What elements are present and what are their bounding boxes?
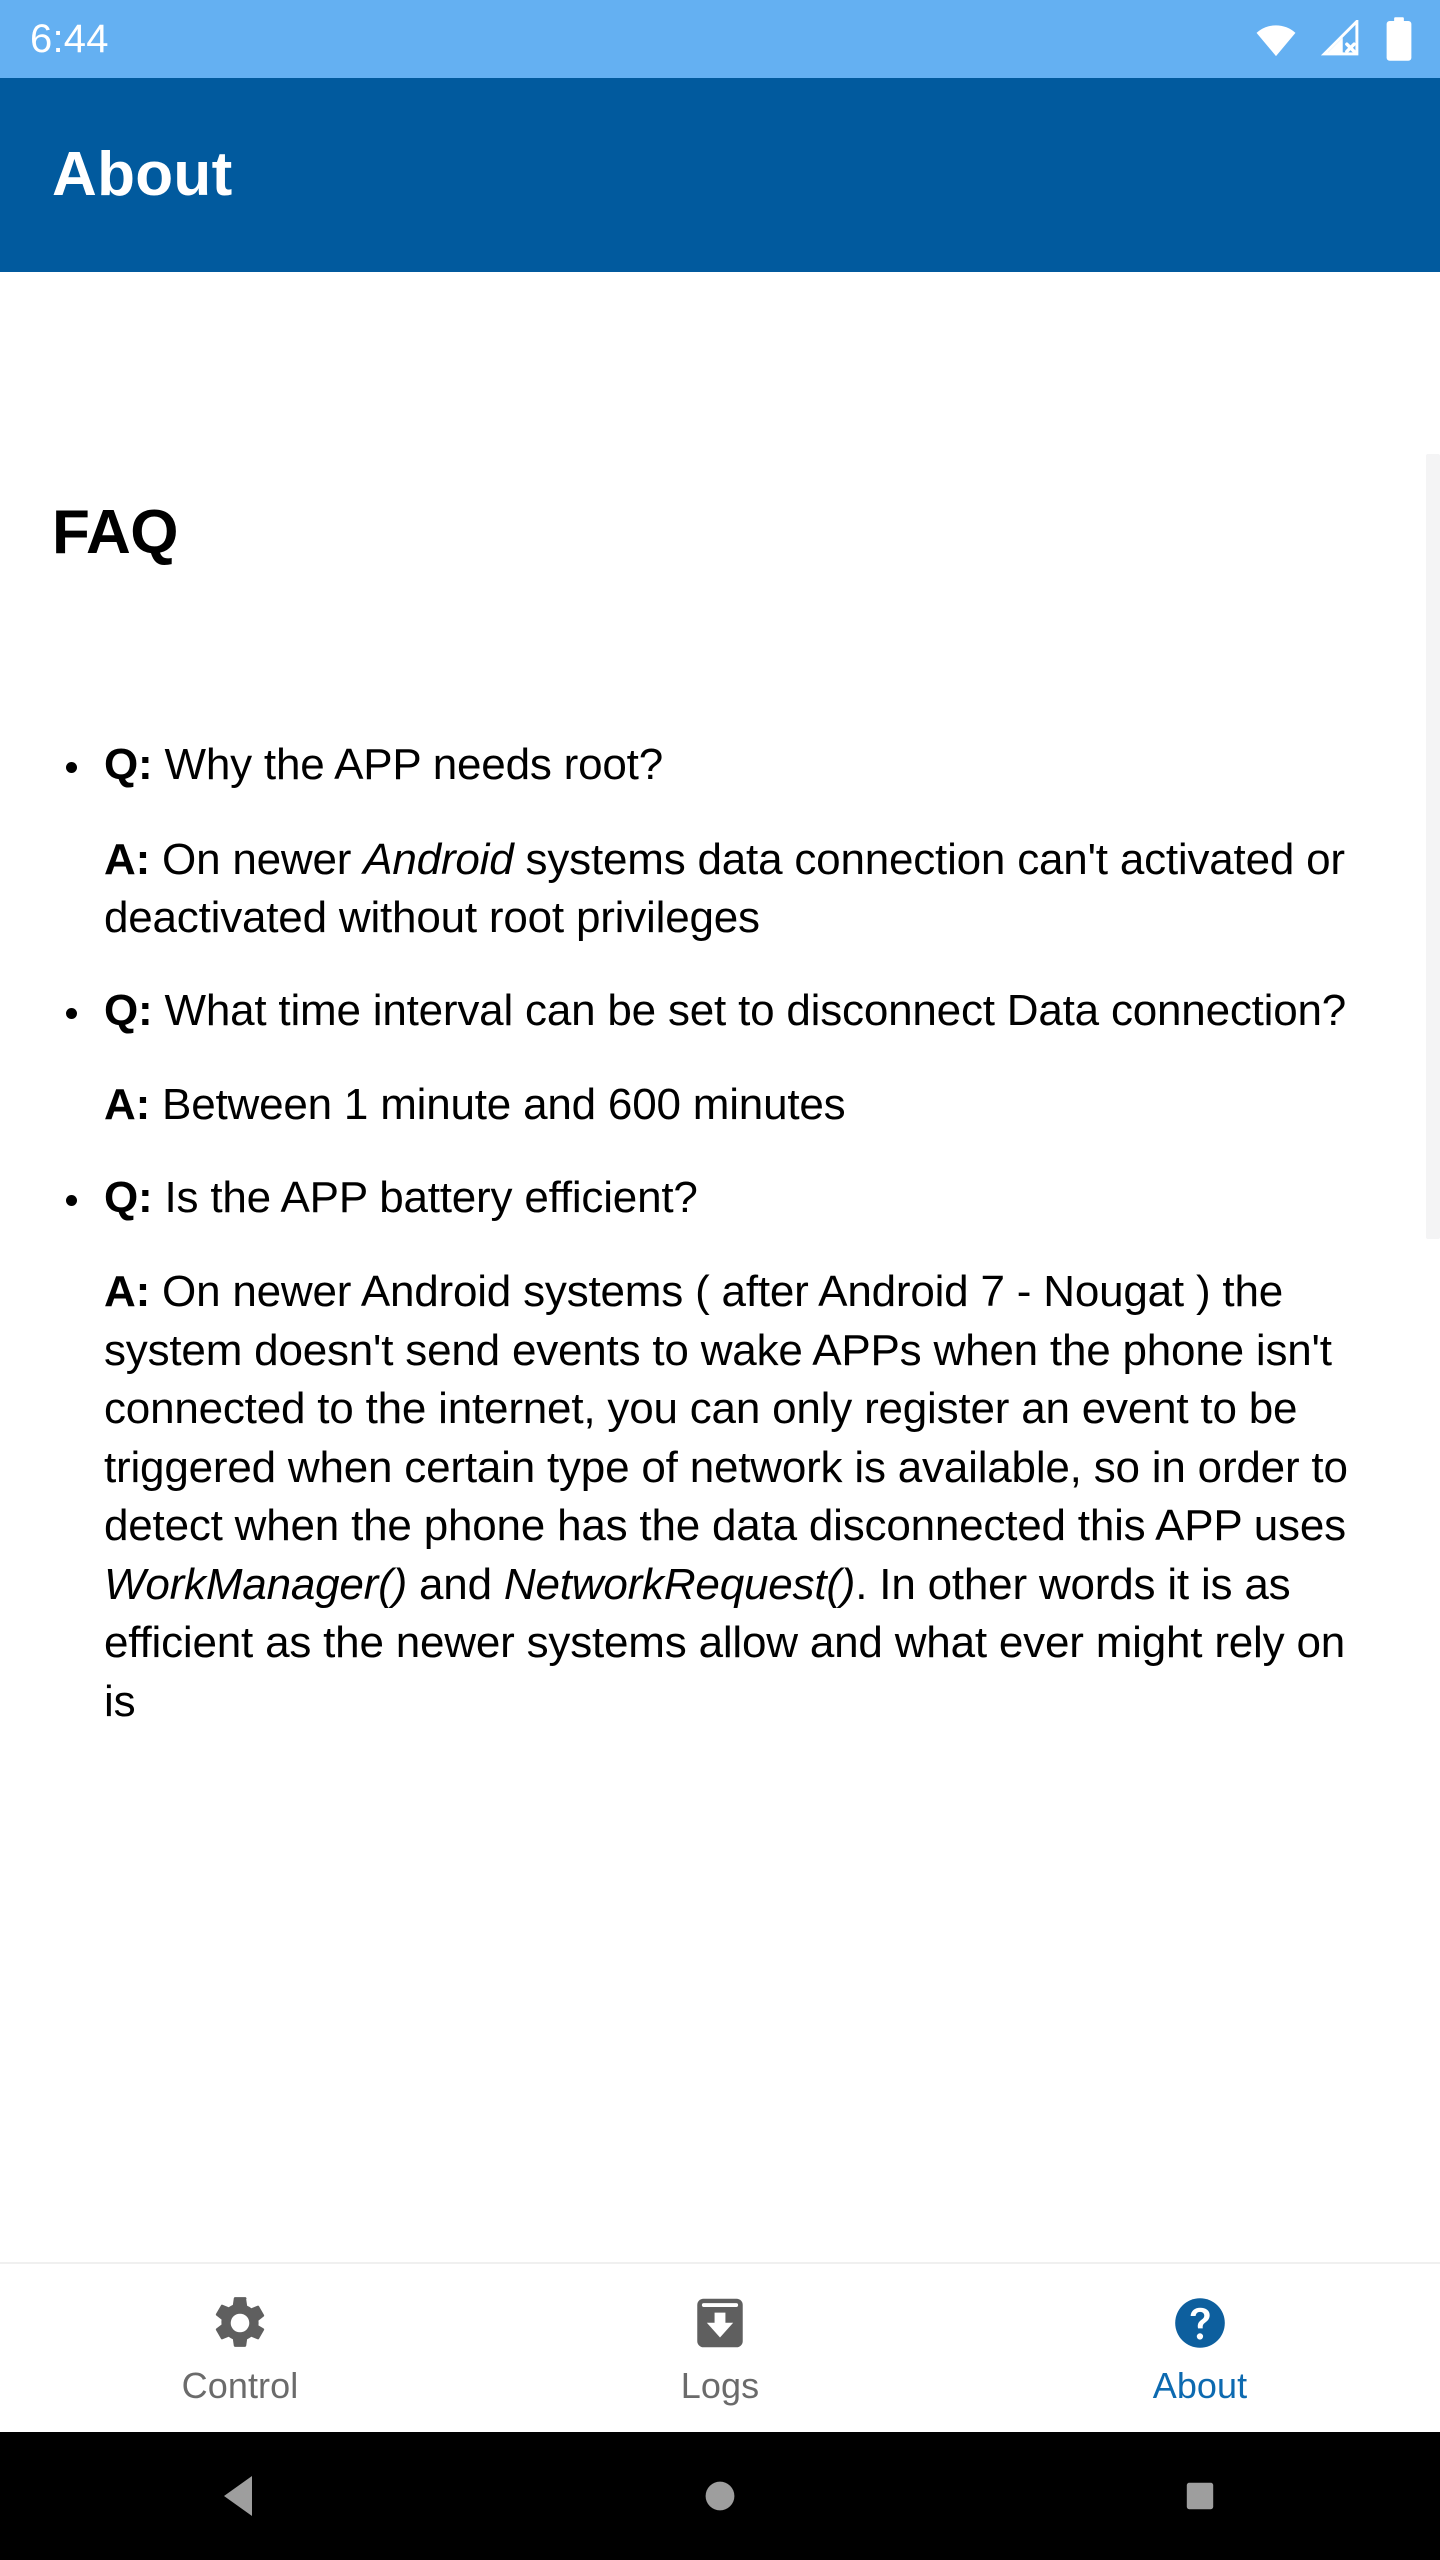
faq-heading: FAQ bbox=[52, 498, 178, 567]
square-recents-icon bbox=[1179, 2472, 1221, 2520]
faq-answer: A: On newer Android systems data connect… bbox=[52, 831, 1388, 948]
help-circle-icon bbox=[1169, 2292, 1231, 2354]
faq-question: Q: What time interval can be set to disc… bbox=[52, 982, 1388, 1041]
faq-question: Q: Is the APP battery efficient? bbox=[52, 1169, 1388, 1228]
archive-download-icon bbox=[689, 2292, 751, 2354]
tab-logs-label: Logs bbox=[680, 2365, 760, 2406]
faq-list: Q: Why the APP needs root? A: On newer An… bbox=[52, 736, 1388, 1731]
page-title: About bbox=[52, 140, 233, 209]
status-icon-group bbox=[1254, 16, 1414, 62]
app-bar: About bbox=[0, 78, 1440, 272]
faq-question: Q: Why the APP needs root? bbox=[52, 736, 1388, 795]
vertical-scrollbar-thumb[interactable] bbox=[1426, 454, 1440, 1239]
battery-full-icon bbox=[1384, 16, 1414, 62]
body-text: On newer Android systems ( after Android… bbox=[104, 1267, 1348, 1551]
tab-about[interactable]: About bbox=[960, 2264, 1440, 2432]
system-home-button[interactable] bbox=[480, 2432, 960, 2560]
circle-home-icon bbox=[699, 2472, 741, 2520]
emphasis-text: NetworkRequest() bbox=[503, 1559, 856, 1609]
question-label: Q: bbox=[104, 1172, 153, 1222]
cellular-off-icon bbox=[1320, 20, 1362, 58]
status-clock: 6:44 bbox=[30, 17, 109, 61]
question-label: Q: bbox=[104, 985, 153, 1035]
answer-label: A: bbox=[104, 1267, 151, 1317]
faq-answer: A: Between 1 minute and 600 minutes bbox=[52, 1076, 1388, 1135]
tab-logs[interactable]: Logs bbox=[480, 2264, 960, 2432]
phone-screen: 6:44 About FAQ Q: Why the APP needs root… bbox=[0, 0, 1440, 2560]
faq-scroll-area[interactable]: FAQ Q: Why the APP needs root? A: On newe… bbox=[0, 272, 1440, 2262]
question-label: Q: bbox=[104, 740, 153, 789]
tab-control[interactable]: Control bbox=[0, 2264, 480, 2432]
emphasis-text: Android bbox=[363, 834, 514, 884]
triangle-back-icon bbox=[219, 2472, 261, 2520]
faq-item: Q: Why the APP needs root? A: On newer An… bbox=[52, 736, 1388, 948]
body-text: Why the APP needs root? bbox=[152, 740, 664, 789]
emphasis-text: WorkManager() bbox=[104, 1559, 408, 1609]
wifi-icon bbox=[1254, 21, 1298, 57]
tab-control-label: Control bbox=[181, 2365, 299, 2406]
faq-item: Q: What time interval can be set to disc… bbox=[52, 982, 1388, 1135]
body-text: Is the APP battery efficient? bbox=[152, 1172, 698, 1222]
status-bar: 6:44 bbox=[0, 0, 1440, 78]
answer-label: A: bbox=[104, 834, 151, 884]
body-text: and bbox=[407, 1559, 504, 1609]
body-text: Between 1 minute and 600 minutes bbox=[150, 1080, 846, 1130]
system-recents-button[interactable] bbox=[960, 2432, 1440, 2560]
faq-item: Q: Is the APP battery efficient? A: On ne… bbox=[52, 1169, 1388, 1732]
android-system-nav bbox=[0, 2432, 1440, 2560]
system-back-button[interactable] bbox=[0, 2432, 480, 2560]
bottom-navigation-bar: Control Logs About bbox=[0, 2262, 1440, 2432]
gear-icon bbox=[209, 2292, 271, 2354]
faq-answer: A: On newer Android systems ( after Andr… bbox=[52, 1263, 1388, 1731]
body-text: On newer bbox=[150, 834, 364, 884]
body-text: What time interval can be set to disconn… bbox=[152, 985, 1347, 1035]
answer-label: A: bbox=[104, 1080, 151, 1130]
tab-about-label: About bbox=[1152, 2365, 1248, 2406]
